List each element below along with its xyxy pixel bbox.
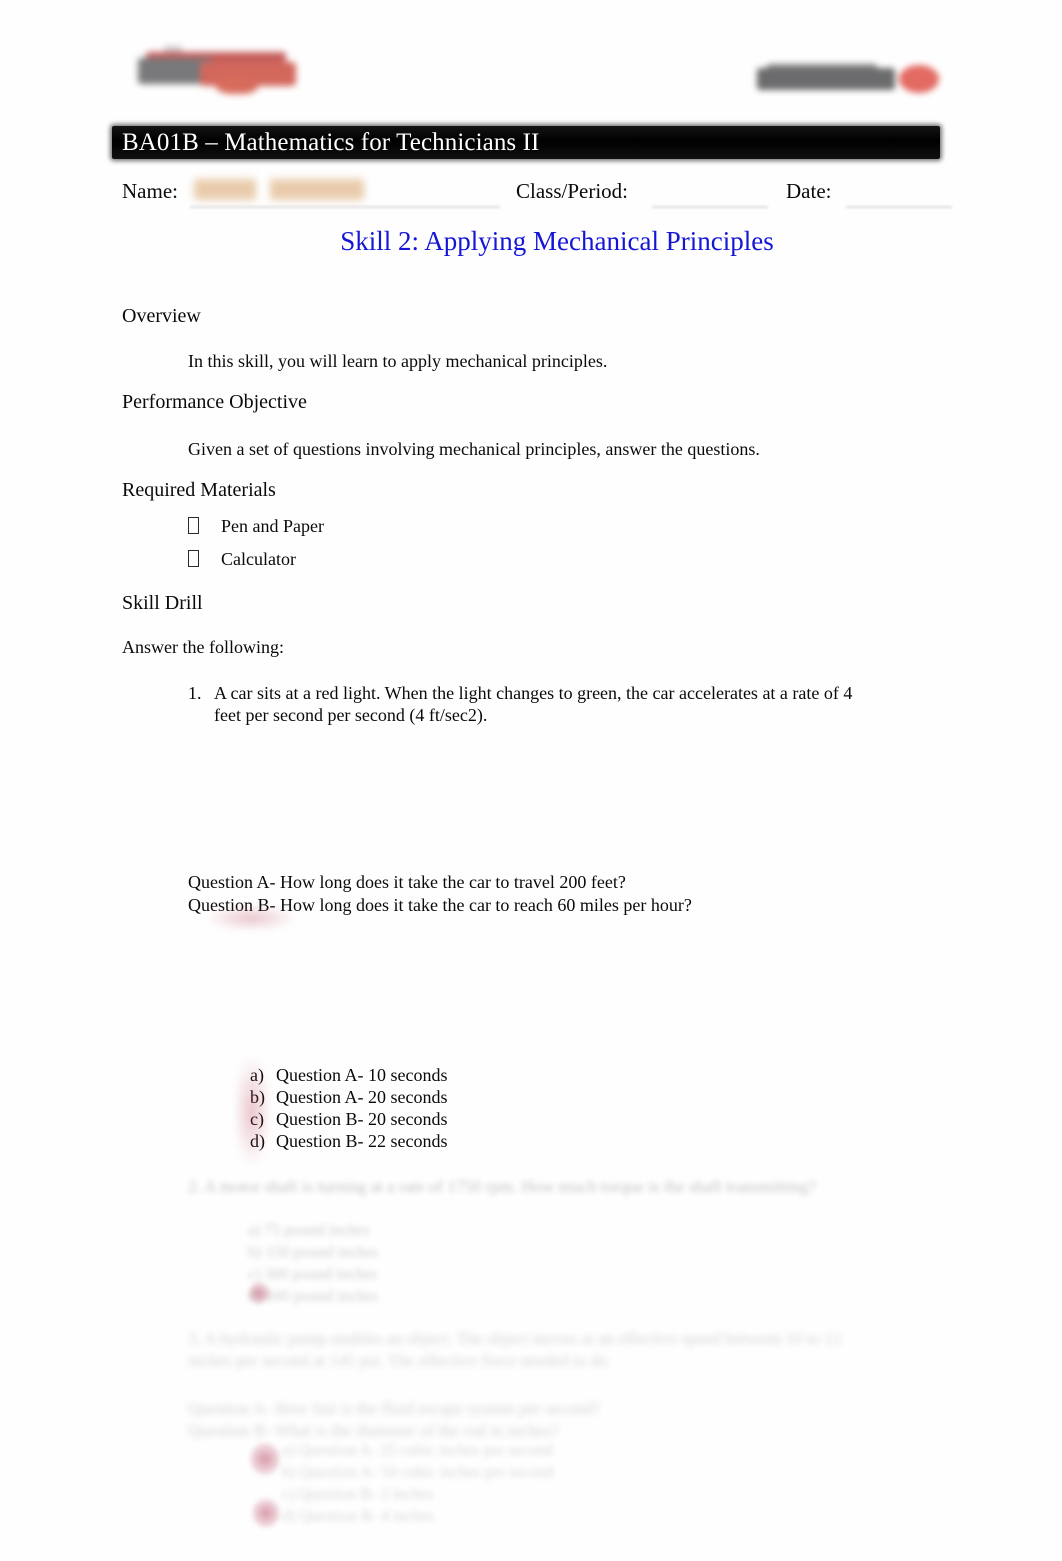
choice-b-letter: b) [250, 1087, 265, 1107]
date-label: Date: [786, 179, 832, 203]
selection-mark [252, 1498, 280, 1528]
course-title-banner: BA01B – Mathematics for Technicians II [112, 126, 940, 159]
question-2-faded: 2. A motor shaft is turning at a rate of… [188, 1176, 848, 1198]
choice-a[interactable]: a) Question A- 10 seconds [250, 1064, 447, 1086]
choice-a-letter: a) [250, 1065, 264, 1085]
bullet-box-icon [188, 517, 199, 534]
overview-body: In this skill, you will learn to apply m… [188, 351, 608, 371]
required-materials-heading: Required Materials [122, 479, 276, 501]
question-1-number: 1. [188, 683, 202, 703]
choice-d-text: Question B- 22 seconds [276, 1131, 448, 1151]
skill-drill-heading: Skill Drill [122, 592, 203, 614]
selection-mark [248, 1282, 270, 1304]
question-1-text: A car sits at a red light. When the ligh… [214, 682, 868, 726]
bullet-box-icon [188, 550, 199, 567]
choice-a-text: Question A- 10 seconds [276, 1065, 448, 1085]
question-2-line-2: transmitting? [726, 1177, 816, 1196]
question-3-number: 3. [188, 1329, 201, 1348]
question-1-line-1: A car sits at a red light. When the ligh… [214, 683, 820, 703]
question-2-line-1: A motor shaft is turning at a rate of 17… [204, 1177, 722, 1196]
overview-heading: Overview [122, 305, 201, 327]
choice-c-letter: c) [250, 1109, 264, 1129]
choice-faded[interactable]: d) Question B- 4 inches [282, 1506, 553, 1528]
material-label: Calculator [221, 549, 296, 569]
performance-objective-heading: Performance Objective [122, 391, 307, 413]
material-item-pen-and-paper: Pen and Paper [188, 517, 324, 535]
name-label: Name: [122, 179, 178, 203]
worksheet-page: BA01B – Mathematics for Technicians II N… [0, 0, 1062, 1561]
company-logo-left-icon [138, 46, 300, 94]
selection-mark [250, 1442, 280, 1476]
choice-faded[interactable]: c) Question B- 2 inches [282, 1484, 553, 1506]
class-period-input-rule[interactable] [652, 206, 768, 208]
material-item-calculator: Calculator [188, 550, 296, 568]
choice-c-text: Question B- 20 seconds [276, 1109, 448, 1129]
choice-d[interactable]: d) Question B- 22 seconds [250, 1130, 447, 1152]
partner-logo-right-icon [757, 62, 943, 100]
choice-d-letter: d) [250, 1131, 265, 1151]
choice-faded[interactable]: a) 75 pound inches [248, 1220, 378, 1242]
question-1-choices: a) Question A- 10 seconds b) Question A- 2… [250, 1064, 447, 1152]
question-3-line-3: do [590, 1351, 608, 1370]
name-input-rule[interactable] [190, 206, 500, 208]
name-value-redacted [194, 179, 364, 200]
answer-prompt: Answer the following: [122, 637, 284, 657]
skill-title: Skill 2: Applying Mechanical Principles [0, 228, 1062, 255]
choice-b-text: Question A- 20 seconds [276, 1087, 448, 1107]
question-3-choices-faded: a) Question A- 25 cubic inches per secon… [282, 1440, 553, 1528]
question-1-part-a: Question A- How long does it take the ca… [188, 872, 626, 892]
class-period-label: Class/Period: [516, 179, 629, 203]
date-input-rule[interactable] [846, 206, 952, 208]
question-1-part-b: Question B- How long does it take the ca… [188, 895, 692, 915]
question-3-line-1: A hydraulic pump enables an object. The … [204, 1329, 678, 1348]
choice-c[interactable]: c) Question B- 20 seconds [250, 1108, 447, 1130]
question-2-number: 2. [188, 1177, 201, 1196]
question-1: 1. A car sits at a red light. When the l… [188, 682, 868, 726]
material-label: Pen and Paper [221, 516, 324, 536]
skill-title-text: Skill 2: Applying Mechanical Principles [340, 226, 774, 256]
choice-faded[interactable]: b) Question A- 50 cubic inches per secon… [282, 1462, 553, 1484]
performance-objective-body: Given a set of questions involving mecha… [188, 439, 760, 459]
question-3-part-b-faded: Question B- What is the diameter of the … [188, 1421, 559, 1440]
choice-faded[interactable]: a) Question A- 25 cubic inches per secon… [282, 1440, 553, 1462]
question-3-part-a-faded: Question A- How fast is the fluid escape… [188, 1399, 600, 1418]
choice-faded[interactable]: b) 150 pound inches [248, 1242, 378, 1264]
choice-b[interactable]: b) Question A- 20 seconds [250, 1086, 447, 1108]
course-title-text: BA01B – Mathematics for Technicians II [122, 128, 540, 156]
student-info-row: Name: Class/Period: Date: [122, 178, 952, 208]
choice-faded[interactable]: c) 300 pound inches [248, 1264, 378, 1286]
question-3-faded: 3. A hydraulic pump enables an object. T… [188, 1328, 868, 1372]
